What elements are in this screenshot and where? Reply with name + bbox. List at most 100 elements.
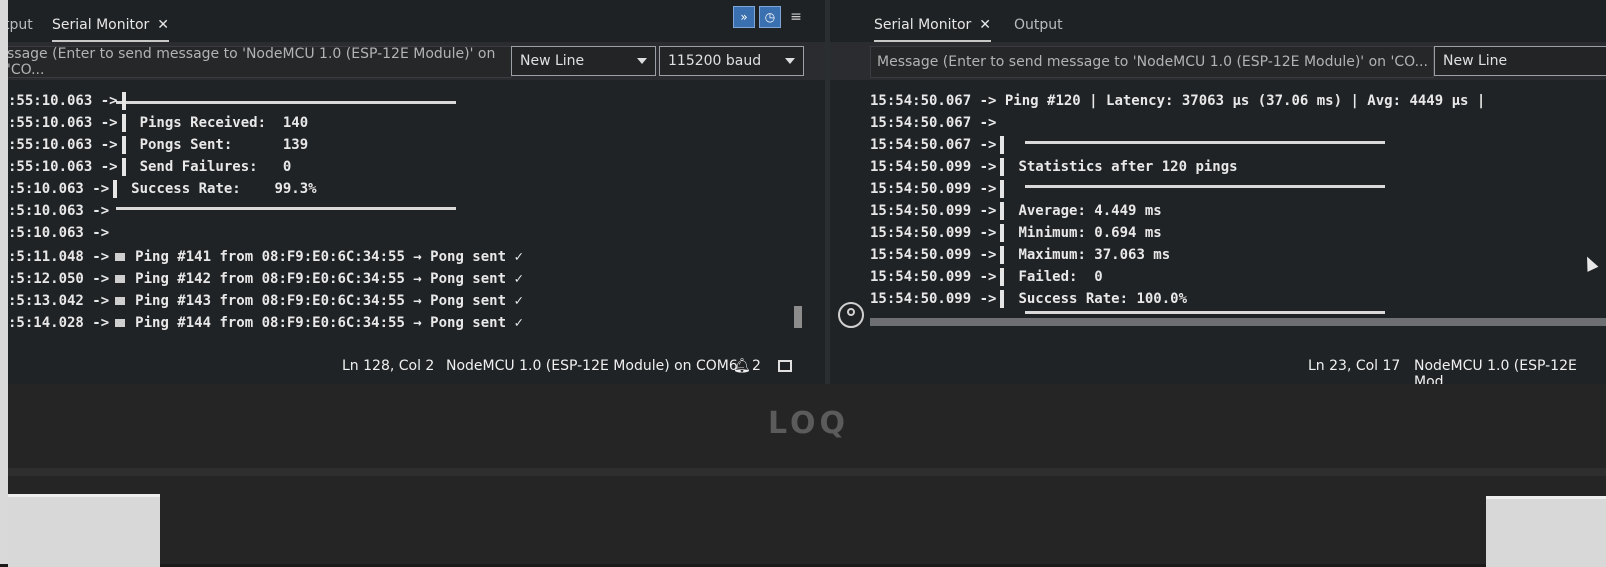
timestamp: :55:10.063 ->	[8, 115, 118, 131]
output-text: Ping #141 from 08:F9:E0:6C:34:55 → Pong …	[135, 249, 523, 265]
line-ending-select[interactable]: New Line	[511, 46, 656, 76]
box-edge	[1000, 246, 1005, 264]
box-border	[116, 207, 456, 210]
left-status-bar: Ln 128, Col 2 NodeMCU 1.0 (ESP-12E Modul…	[8, 350, 825, 384]
output-line: :5:12.050 -> Ping #142 from 08:F9:E0:6C:3…	[8, 268, 523, 290]
timestamp: 15:54:50.099 ->	[870, 181, 997, 197]
hinge-left	[8, 494, 160, 567]
box-edge	[121, 158, 126, 176]
board-port[interactable]: NodeMCU 1.0 (ESP-12E Mod	[1414, 358, 1606, 384]
square-icon	[115, 297, 126, 305]
box-edge	[1000, 158, 1005, 176]
timestamp: :5:10.063 ->	[8, 225, 110, 241]
output-line: :5:14.028 -> Ping #144 from 08:F9:E0:6C:3…	[8, 312, 523, 334]
output-text: Ping #143 from 08:F9:E0:6C:34:55 → Pong …	[135, 293, 523, 309]
output-text: Maximum: 37.063 ms	[1018, 247, 1171, 263]
output-line: 15:54:50.067 -> Ping #120 | Latency: 370…	[870, 90, 1485, 112]
photo-edge	[0, 0, 8, 564]
baud-rate-value: 115200 baud	[668, 53, 762, 69]
output-line: 15:54:50.099 -> Average: 4.449 ms	[870, 200, 1162, 222]
output-line: 15:54:50.099 -> Failed: 0	[870, 266, 1103, 288]
right-message-bar: Message (Enter to send message to 'NodeM…	[830, 42, 1606, 80]
output-line: 15:54:50.099 -> Maximum: 37.063 ms	[870, 244, 1170, 266]
message-placeholder: Message (Enter to send message to 'NodeM…	[877, 54, 1428, 70]
timestamp: :5:11.048 ->	[8, 249, 110, 265]
timestamp: :5:10.063 ->	[8, 203, 110, 219]
right-tabbar: Serial Monitor ✕ Output	[830, 0, 1606, 44]
right-serial-output: 15:54:50.067 -> Ping #120 | Latency: 370…	[870, 82, 1606, 350]
output-text: Failed: 0	[1018, 269, 1103, 285]
tab-output[interactable]: Output	[1014, 12, 1063, 38]
bell-icon[interactable]: 🔔︎	[733, 358, 751, 374]
output-text: Send Failures: 0	[139, 159, 292, 175]
baud-rate-select[interactable]: 115200 baud	[659, 46, 804, 76]
menu-lines-icon[interactable]: ≡	[785, 6, 807, 28]
line-ending-select[interactable]: New Line	[1434, 46, 1606, 76]
box-edge	[1000, 180, 1005, 198]
left-serial-output: :55:10.063 -> :55:10.063 -> Pings Receive…	[8, 82, 825, 350]
tab-serial-monitor[interactable]: Serial Monitor ✕	[52, 12, 170, 42]
timestamp: 15:54:50.099 ->	[870, 247, 997, 263]
tab-label: Serial Monitor	[874, 17, 972, 33]
left-tabbar: tput Serial Monitor ✕ » ◷ ≡	[8, 0, 825, 44]
timestamp: 15:54:50.099 ->	[870, 159, 997, 175]
square-icon	[115, 319, 126, 327]
output-line: 15:54:50.099 -> Minimum: 0.694 ms	[870, 222, 1162, 244]
message-input[interactable]: ssage (Enter to send message to 'NodeMCU…	[8, 46, 512, 78]
message-input[interactable]: Message (Enter to send message to 'NodeM…	[870, 46, 1434, 78]
chevron-down-icon	[637, 58, 647, 64]
vertical-scrollbar-thumb[interactable]	[794, 306, 802, 328]
output-text: Ping #142 from 08:F9:E0:6C:34:55 → Pong …	[135, 271, 523, 287]
box-edge	[1000, 290, 1005, 308]
notification-count: 2	[752, 358, 761, 374]
box-border	[1025, 141, 1385, 144]
output-text: Minimum: 0.694 ms	[1018, 225, 1162, 241]
tab-label: tput	[8, 17, 33, 33]
account-icon[interactable]	[838, 302, 864, 328]
output-line: :55:10.063 -> Pongs Sent: 139	[8, 134, 308, 156]
output-text: Statistics after 120 pings	[1018, 159, 1238, 175]
cursor-position[interactable]: Ln 128, Col 2	[342, 358, 434, 374]
message-placeholder: ssage (Enter to send message to 'NodeMCU…	[8, 46, 496, 78]
cursor-position[interactable]: Ln 23, Col 17	[1308, 358, 1400, 374]
output-line: :55:10.063 -> Send Failures: 0	[8, 156, 291, 178]
close-icon[interactable]: ✕	[979, 17, 991, 33]
tab-serial-monitor[interactable]: Serial Monitor ✕	[874, 12, 992, 42]
timestamp: 15:54:50.099 ->	[870, 269, 997, 285]
timestamp: :5:14.028 ->	[8, 315, 110, 331]
box-edge	[1000, 268, 1005, 286]
board-port[interactable]: NodeMCU 1.0 (ESP-12E Module) on COM6	[446, 358, 738, 374]
mouse-cursor-icon	[1581, 254, 1599, 272]
box-edge	[1000, 202, 1005, 220]
box-edge	[1000, 224, 1005, 242]
output-text: Success Rate: 99.3%	[131, 181, 317, 197]
box-edge	[1000, 136, 1005, 154]
box-edge	[121, 92, 126, 110]
output-line: :5:10.063 ->	[8, 222, 109, 244]
output-line: :5:10.063 ->	[8, 200, 109, 222]
line-ending-value: New Line	[1443, 53, 1508, 69]
box-edge	[121, 114, 126, 132]
panel-toggle-icon[interactable]	[778, 360, 792, 372]
clock-icon[interactable]: ◷	[759, 6, 781, 28]
timestamp: 15:54:50.067 ->	[870, 115, 997, 131]
box-border	[1025, 311, 1385, 314]
chevrons-down-icon[interactable]: »	[733, 6, 755, 28]
tab-output[interactable]: tput	[8, 12, 33, 38]
timestamp: :5:12.050 ->	[8, 271, 110, 287]
horizontal-scrollbar[interactable]	[870, 318, 1606, 326]
box-edge	[121, 136, 126, 154]
right-status-bar: Ln 23, Col 17 NodeMCU 1.0 (ESP-12E Mod	[830, 350, 1606, 384]
output-line: 15:54:50.067 ->	[870, 134, 1018, 156]
output-line: :5:13.042 -> Ping #143 from 08:F9:E0:6C:3…	[8, 290, 523, 312]
square-icon	[115, 253, 126, 261]
output-text: Success Rate: 100.0%	[1018, 291, 1188, 307]
close-icon[interactable]: ✕	[157, 17, 169, 33]
timestamp: 15:54:50.099 ->	[870, 225, 997, 241]
output-text: Pongs Sent: 139	[139, 137, 309, 153]
box-edge	[113, 180, 118, 198]
output-line: 15:54:50.099 ->	[870, 178, 1018, 200]
right-ide-pane: Serial Monitor ✕ Output Message (Enter t…	[830, 0, 1606, 384]
timestamp: 15:54:50.067 ->	[870, 137, 997, 153]
square-icon	[115, 275, 126, 283]
